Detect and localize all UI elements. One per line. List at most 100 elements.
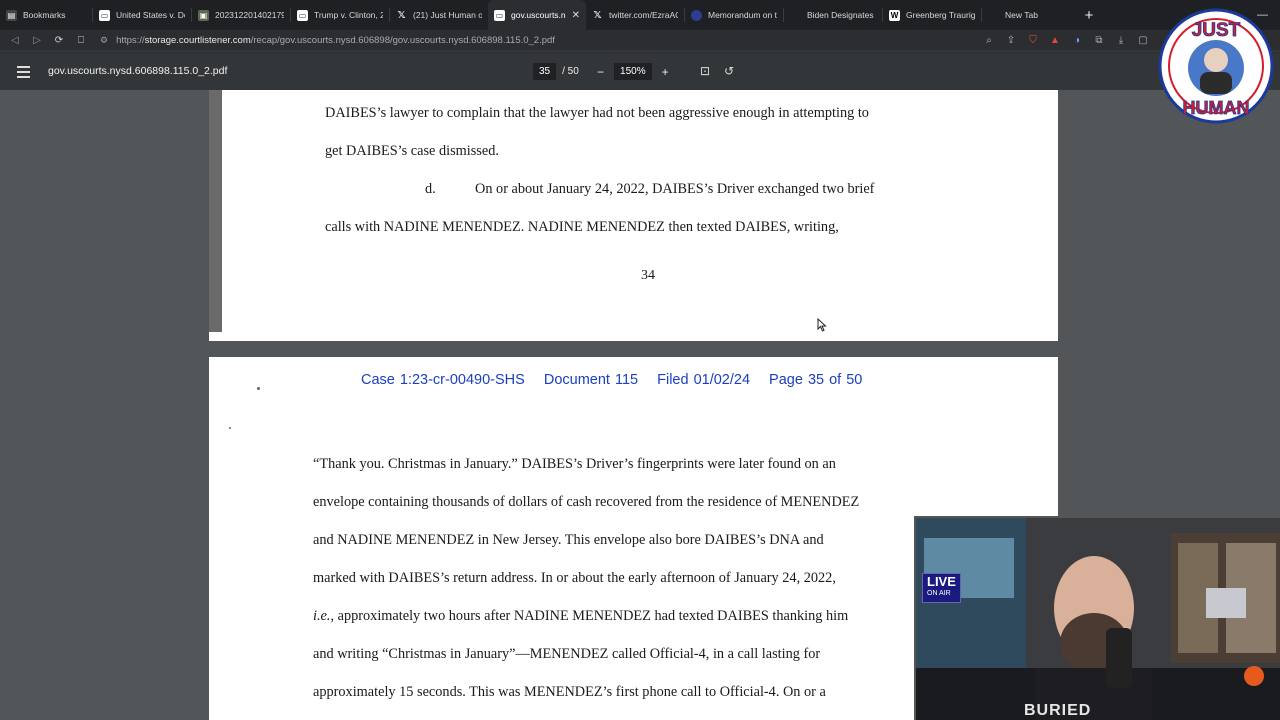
tab-label: 20231220140217967 xyxy=(215,10,284,20)
close-tab-icon[interactable]: ✕ xyxy=(572,10,580,21)
zoom-magnifier-icon[interactable]: ⌕ xyxy=(982,35,996,46)
site-info-icon[interactable]: ⚙ xyxy=(100,35,108,46)
doc-icon: ▭ xyxy=(494,9,505,21)
scan-speck xyxy=(257,387,260,390)
document-number: Document 115 xyxy=(543,372,639,388)
just-human-logo: JUST HUMAN xyxy=(1158,8,1274,124)
tab-united-states-v-don[interactable]: ▭ United States v. Don xyxy=(93,0,191,30)
tab-active-pdf[interactable]: ▭ gov.uscourts.n ✕ xyxy=(488,0,586,30)
shirt-text: BURIED xyxy=(1024,702,1092,719)
pdf-toolbar: gov.uscourts.nysd.606898.115.0_2.pdf 35 … xyxy=(0,54,1280,90)
live-text: LIVE xyxy=(927,574,956,589)
total-pages: / 50 xyxy=(562,66,579,77)
scan-edge-shadow xyxy=(209,90,222,332)
tab-label: New Tab xyxy=(1005,10,1038,20)
page34-line-4: calls with NADINE MENENDEZ. NADINE MENEN… xyxy=(325,219,839,235)
extensions-icon[interactable]: ⧉ xyxy=(1092,35,1106,46)
wikipedia-w-icon: W xyxy=(889,9,900,21)
page34-line-2: get DAIBES’s case dismissed. xyxy=(325,143,499,159)
tab-biden-designates[interactable]: Biden Designates C xyxy=(784,0,882,30)
live-on-air-badge: LIVE ON AIR xyxy=(922,573,961,603)
hamburger-menu-icon[interactable] xyxy=(17,66,30,81)
url-path: /recap/gov.uscourts.nysd.606898/gov.usco… xyxy=(250,34,555,46)
rotate-icon[interactable]: ↺ xyxy=(724,64,734,78)
tab-trump-v-clinton[interactable]: ▭ Trump v. Clinton, 20 xyxy=(291,0,389,30)
on-air-text: ON AIR xyxy=(927,590,951,597)
case-number: Case 1:23-cr-00490-SHS xyxy=(361,372,525,388)
pdf-view-tools: ⊡ ↺ xyxy=(700,64,734,78)
page-selector: 35 / 50 xyxy=(533,63,579,80)
brave-shield-icon[interactable]: ⛉ xyxy=(1026,35,1040,46)
tab-image[interactable]: ▣ 20231220140217967 xyxy=(192,0,290,30)
url-host: storage.courtlistener.com xyxy=(144,34,251,46)
logo-text-bottom: HUMAN xyxy=(1183,98,1250,118)
tab-label: twitter.com/EzraAC xyxy=(609,10,678,20)
tab-label: Memorandum on th xyxy=(708,10,777,20)
tab-twitter-ezra[interactable]: 𝕏 twitter.com/EzraAC xyxy=(586,0,684,30)
blank-icon xyxy=(988,10,999,21)
tab-label: Trump v. Clinton, 20 xyxy=(314,10,383,20)
page35-line-3: and NADINE MENENDEZ in New Jersey. This … xyxy=(313,532,824,548)
tab-label: Biden Designates C xyxy=(807,10,876,20)
brave-rewards-icon[interactable]: ▲ xyxy=(1048,35,1062,46)
wallet-icon[interactable]: ▢ xyxy=(1136,35,1150,46)
blank-icon xyxy=(790,10,801,21)
filed-date: Filed 01/02/24 xyxy=(657,372,751,388)
tab-greenberg-traurig[interactable]: W Greenberg Traurig xyxy=(883,0,981,30)
tab-label: Greenberg Traurig xyxy=(906,10,975,20)
tab-bookmarks[interactable]: ▤ Bookmarks xyxy=(0,0,92,30)
tab-just-human[interactable]: 𝕏 (21) Just Human on xyxy=(390,0,488,30)
browser-tab-bar: ▤ Bookmarks ▭ United States v. Don ▣ 202… xyxy=(0,0,1280,30)
page35-line-1: “Thank you. Christmas in January.” DAIBE… xyxy=(313,456,836,472)
zoom-controls: − 150% + xyxy=(597,63,669,80)
pdf-page-34: DAIBES’s lawyer to complain that the law… xyxy=(209,90,1058,341)
mouse-cursor-icon xyxy=(817,318,827,332)
bookmark-icon[interactable]: ⎕ xyxy=(70,35,92,46)
x-icon: 𝕏 xyxy=(397,9,406,21)
logo-text-top: JUST xyxy=(1192,20,1241,41)
tab-label: Bookmarks xyxy=(23,10,66,20)
page34-line-3: On or about January 24, 2022, DAIBES’s D… xyxy=(475,181,875,197)
current-page-input[interactable]: 35 xyxy=(533,63,557,80)
pdf-filename: gov.uscourts.nysd.606898.115.0_2.pdf xyxy=(48,65,228,77)
doc-icon: ▭ xyxy=(99,9,110,21)
page35-line-2: envelope containing thousands of dollars… xyxy=(313,494,860,510)
bookmarks-icon: ▤ xyxy=(6,9,17,21)
ecf-header: Case 1:23-cr-00490-SHS Document 115 File… xyxy=(361,372,876,388)
url-prefix: https:// xyxy=(116,34,145,46)
doc-icon: ▭ xyxy=(297,9,308,21)
url-field[interactable]: ⚙ https://storage.courtlistener.com/reca… xyxy=(100,31,982,49)
scan-speck xyxy=(229,427,231,429)
tab-label: United States v. Don xyxy=(116,10,185,20)
tab-label: gov.uscourts.n xyxy=(511,10,566,20)
page35-line-5: i.e., approximately two hours after NADI… xyxy=(313,608,848,625)
webcam-scene xyxy=(916,518,1280,720)
page34-line-1: DAIBES’s lawyer to complain that the law… xyxy=(325,105,869,121)
reload-icon[interactable]: ⟳ xyxy=(48,35,70,46)
share-icon[interactable]: ⇪ xyxy=(1004,35,1018,46)
downloads-icon[interactable]: ⤓ xyxy=(1114,35,1128,46)
tab-label: (21) Just Human on xyxy=(413,10,482,20)
line-5-rest: , approximately two hours after NADINE M… xyxy=(330,608,849,624)
page-number: 34 xyxy=(641,268,655,283)
zoom-out-minus-icon[interactable]: − xyxy=(597,65,604,79)
new-tab-plus-icon[interactable]: + xyxy=(1080,7,1098,24)
page35-line-6: and writing “Christmas in January”—MENEN… xyxy=(313,646,821,662)
forward-arrow-icon[interactable]: ▷ xyxy=(26,35,48,46)
globe-icon xyxy=(691,9,702,21)
image-icon: ▣ xyxy=(198,9,209,21)
tab-memorandum[interactable]: Memorandum on th xyxy=(685,0,783,30)
address-bar-row: ◁ ▷ ⟳ ⎕ ⚙ https://storage.courtlistener.… xyxy=(0,30,1280,50)
zoom-level-input[interactable]: 150% xyxy=(614,63,652,80)
page34-item-marker: d. xyxy=(425,181,436,197)
leo-ai-icon[interactable]: ◑ xyxy=(1070,35,1084,46)
zoom-in-plus-icon[interactable]: + xyxy=(662,65,669,79)
ie-italic: i.e. xyxy=(313,608,331,624)
tab-new-tab[interactable]: New Tab xyxy=(982,0,1062,30)
fit-page-icon[interactable]: ⊡ xyxy=(700,64,710,78)
page35-line-4: marked with DAIBES’s return address. In … xyxy=(313,570,836,586)
page35-line-7: approximately 15 seconds. This was MENEN… xyxy=(313,684,826,700)
page-of-total: Page 35 of 50 xyxy=(769,372,863,388)
back-arrow-icon[interactable]: ◁ xyxy=(4,35,26,46)
x-icon: 𝕏 xyxy=(593,9,602,21)
